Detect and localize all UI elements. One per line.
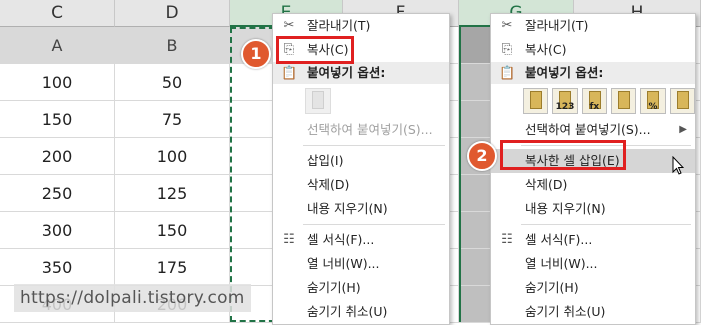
menu-item-column-width[interactable]: 열 너비(W)... — [273, 252, 449, 276]
step-1-callout: 1 — [241, 39, 271, 69]
menu-item-paste-special[interactable]: 선택하여 붙여넣기(S)... ▶ — [491, 118, 695, 142]
paste-formatting-icon[interactable]: % — [640, 88, 666, 114]
menu-separator — [303, 224, 445, 225]
cell[interactable]: 75 — [115, 101, 230, 138]
paste-icon: 📋 — [499, 66, 516, 81]
menu-item-clear-contents[interactable]: 내용 지우기(N) — [273, 197, 449, 221]
column-header-c[interactable]: C — [0, 0, 115, 27]
menu-item-hide[interactable]: 숨기기(H) — [491, 276, 695, 300]
paste-transpose-icon[interactable] — [610, 88, 637, 114]
cell[interactable]: 350 — [0, 249, 115, 286]
menu-item-cut[interactable]: ✂ 잘라내기(T) — [273, 14, 449, 38]
paste-options-header: 📋 붙여넣기 옵션: — [273, 62, 449, 84]
column-header-d[interactable]: D — [115, 0, 230, 27]
menu-item-delete[interactable]: 삭제(D) — [491, 173, 695, 197]
copy-icon: ⎘ — [283, 42, 295, 57]
menu-separator — [521, 145, 691, 146]
cell[interactable]: 125 — [115, 175, 230, 212]
menu-item-delete[interactable]: 삭제(D) — [273, 173, 449, 197]
step-2-callout: 2 — [467, 141, 497, 171]
paste-option-icon — [305, 88, 331, 114]
context-menu-1: ✂ 잘라내기(T) ⎘ 복사(C) 📋 붙여넣기 옵션: 선택하여 붙여넣기(S)..… — [272, 13, 450, 325]
cell[interactable]: 300 — [0, 212, 115, 249]
paste-icon: 📋 — [281, 66, 298, 81]
cell[interactable]: 100 — [0, 64, 115, 101]
paste-link-icon[interactable] — [669, 88, 695, 114]
paste-options-row — [273, 84, 449, 118]
menu-item-copy[interactable]: ⎘ 복사(C) — [273, 38, 449, 62]
menu-separator — [521, 224, 691, 225]
paste-options-header: 📋 붙여넣기 옵션: — [491, 62, 695, 84]
paste-values-icon[interactable]: 123 — [552, 88, 578, 114]
paste-icon[interactable] — [523, 88, 549, 114]
cell[interactable]: 250 — [0, 175, 115, 212]
cell[interactable]: 150 — [115, 212, 230, 249]
menu-item-paste-special: 선택하여 붙여넣기(S)... — [307, 122, 433, 137]
paste-options-row: 123 fx % — [491, 84, 695, 118]
paste-formulas-icon[interactable]: fx — [581, 88, 607, 114]
mouse-cursor-icon — [672, 156, 684, 175]
cell[interactable]: 200 — [0, 138, 115, 175]
cell[interactable]: 100 — [115, 138, 230, 175]
context-menu-2: ✂ 잘라내기(T) ⎘ 복사(C) 📋 붙여넣기 옵션: 123 fx % 선택하여 … — [490, 13, 696, 325]
watermark-text: https://dolpali.tistory.com — [14, 284, 251, 312]
scissors-icon: ✂ — [501, 18, 513, 33]
table-header-b[interactable]: B — [115, 27, 230, 64]
menu-item-copy[interactable]: ⎘ 복사(C) — [491, 38, 695, 62]
menu-item-format-cells[interactable]: ☷ 셀 서식(F)... — [491, 228, 695, 252]
cell[interactable]: 175 — [115, 249, 230, 286]
scissors-icon: ✂ — [283, 18, 295, 33]
menu-item-clear-contents[interactable]: 내용 지우기(N) — [491, 197, 695, 221]
menu-item-insert-copied-cells[interactable]: 복사한 셀 삽입(E) — [491, 149, 695, 173]
cell[interactable]: 50 — [115, 64, 230, 101]
menu-item-unhide[interactable]: 숨기기 취소(U) — [491, 300, 695, 324]
menu-separator — [303, 145, 445, 146]
menu-item-hide[interactable]: 숨기기(H) — [273, 276, 449, 300]
format-cells-icon: ☷ — [501, 232, 513, 247]
format-cells-icon: ☷ — [283, 232, 295, 247]
menu-item-column-width[interactable]: 열 너비(W)... — [491, 252, 695, 276]
menu-item-unhide[interactable]: 숨기기 취소(U) — [273, 300, 449, 324]
table-header-a[interactable]: A — [0, 27, 115, 64]
menu-item-cut[interactable]: ✂ 잘라내기(T) — [491, 14, 695, 38]
cell[interactable]: 150 — [0, 101, 115, 138]
copy-icon: ⎘ — [501, 42, 513, 57]
menu-item-format-cells[interactable]: ☷ 셀 서식(F)... — [273, 228, 449, 252]
chevron-right-icon: ▶ — [679, 124, 687, 135]
menu-item-insert[interactable]: 삽입(I) — [273, 149, 449, 173]
